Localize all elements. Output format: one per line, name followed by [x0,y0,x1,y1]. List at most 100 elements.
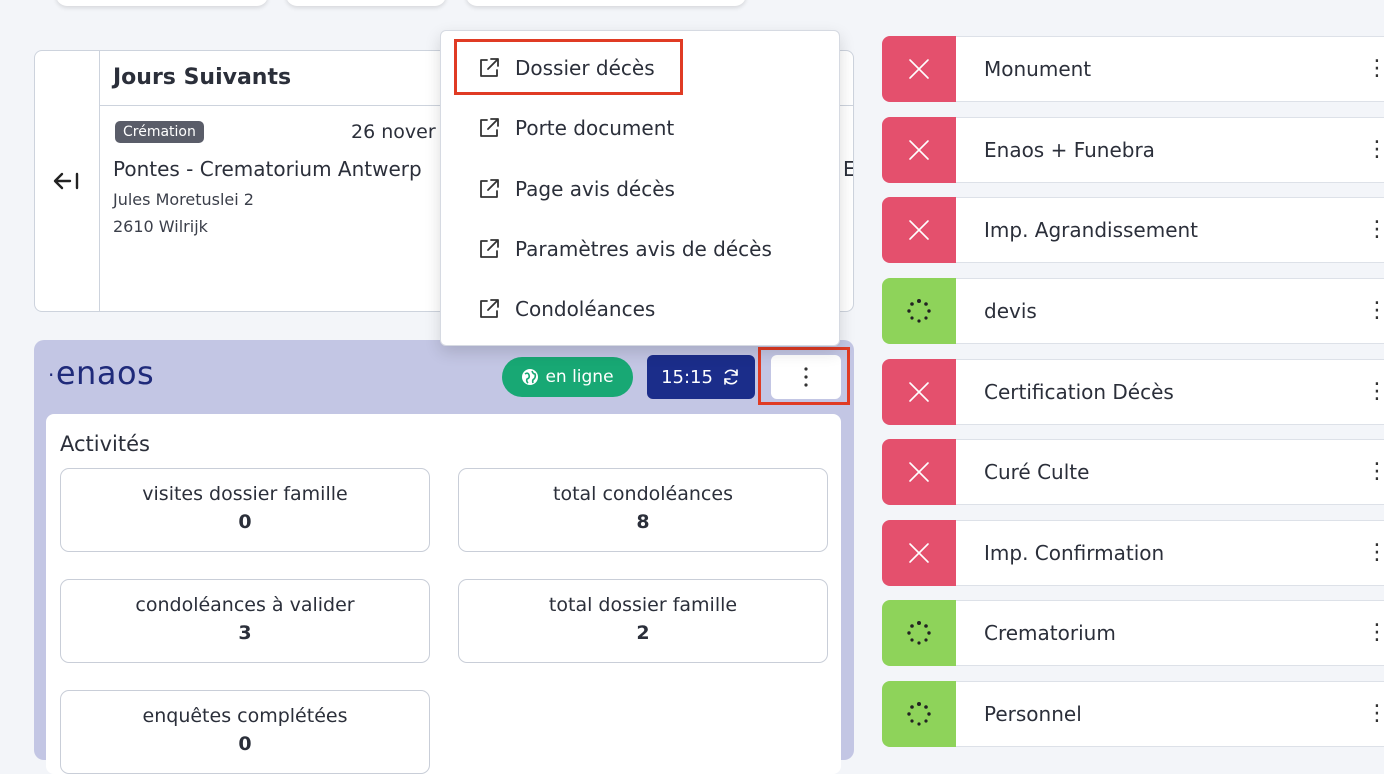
menu-item-label: Page avis décès [515,177,675,201]
sync-time-label: 15:15 [661,366,713,388]
close-icon [909,220,929,240]
top-tab-2[interactable] [286,0,446,6]
online-status-badge: en ligne [502,357,633,397]
task-label: Imp. Agrandissement [984,218,1199,242]
task-label: Enaos + Funebra [984,138,1155,162]
task-body: Enaos + Funebra ⋮ [956,117,1384,183]
task-status-cancelled [882,520,956,586]
task-body: devis ⋮ [956,278,1384,344]
task-kebab-icon[interactable]: ⋮ [1366,620,1384,645]
external-link-icon [480,179,499,198]
external-link-icon [480,118,499,137]
close-icon [909,462,929,482]
event-type-badge: Crémation [115,121,204,143]
task-kebab-icon[interactable]: ⋮ [1366,137,1384,162]
task-status-cancelled [882,439,956,505]
stat-card: total condoléances 8 [458,468,828,552]
task-row-enaos-funebra[interactable]: Enaos + Funebra ⋮ [882,117,1384,183]
menu-item-page-avis-deces[interactable]: Page avis décès [477,169,675,209]
enaos-panel: ·enaos en ligne 15:15 Activités visites … [34,340,854,774]
task-kebab-icon[interactable]: ⋮ [1366,540,1384,565]
arrow-left-bar-icon [53,172,79,190]
task-kebab-icon[interactable]: ⋮ [1366,701,1384,726]
stat-card: enquêtes complétées 0 [60,690,430,774]
spinner-icon [907,702,931,726]
stat-label: total dossier famille [548,594,738,616]
external-link-icon [480,239,499,258]
task-label: Certification Décès [984,380,1174,404]
task-row-imp-agrandissement[interactable]: Imp. Agrandissement ⋮ [882,197,1384,263]
task-row-personnel[interactable]: Personnel ⋮ [882,681,1384,747]
highlight-dossier-deces [454,39,683,95]
task-body: Monument ⋮ [956,36,1384,102]
task-kebab-icon[interactable]: ⋮ [1366,379,1384,404]
task-kebab-icon[interactable]: ⋮ [1366,459,1384,484]
task-body: Imp. Agrandissement ⋮ [956,197,1384,263]
menu-item-label: Condoléances [515,297,656,321]
task-row-cure-culte[interactable]: Curé Culte ⋮ [882,439,1384,505]
event-extra-text: E [843,157,853,181]
task-status-cancelled [882,117,956,183]
activities-card: Activités visites dossier famille 0 tota… [46,414,841,774]
stat-value: 0 [238,511,252,533]
menu-item-label: Porte document [515,116,675,140]
spinner-icon [907,299,931,323]
stat-value: 0 [238,733,252,755]
stat-value: 2 [636,622,650,644]
task-body: Personnel ⋮ [956,681,1384,747]
close-icon [909,382,929,402]
task-status-in-progress [882,278,956,344]
stat-label: condoléances à valider [135,594,355,616]
top-tab-1[interactable] [56,0,268,6]
task-body: Certification Décès ⋮ [956,359,1384,425]
task-status-cancelled [882,197,956,263]
external-link-icon [480,299,499,318]
task-kebab-icon[interactable]: ⋮ [1366,217,1384,242]
task-label: Monument [984,57,1092,81]
task-row-monument[interactable]: Monument ⋮ [882,36,1384,102]
task-kebab-icon[interactable]: ⋮ [1366,298,1384,323]
online-status-label: en ligne [545,367,614,387]
task-label: Imp. Confirmation [984,541,1165,565]
task-label: Curé Culte [984,460,1090,484]
task-body: Crematorium ⋮ [956,600,1384,666]
task-label: Crematorium [984,621,1116,645]
task-row-certification-deces[interactable]: Certification Décès ⋮ [882,359,1384,425]
event-date: 26 nover [351,121,436,143]
menu-item-porte-document[interactable]: Porte document [477,108,674,148]
globe-icon [522,369,539,385]
stat-card: total dossier famille 2 [458,579,828,663]
close-icon [909,140,929,160]
back-button[interactable] [35,51,100,311]
top-tab-3[interactable] [466,0,746,6]
task-kebab-icon[interactable]: ⋮ [1366,56,1384,81]
stat-label: total condoléances [553,483,733,505]
task-row-imp-confirmation[interactable]: Imp. Confirmation ⋮ [882,520,1384,586]
task-label: devis [984,299,1037,323]
close-icon [909,59,929,79]
activities-title: Activités [60,432,150,456]
menu-item-label: Paramètres avis de décès [515,237,772,261]
stat-value: 3 [238,622,252,644]
stat-label: enquêtes complétées [142,705,348,727]
task-row-devis[interactable]: devis ⋮ [882,278,1384,344]
task-status-cancelled [882,359,956,425]
refresh-icon [724,369,738,385]
event-address-line2: 2610 Wilrijk [113,217,208,236]
sync-time-button[interactable]: 15:15 [647,355,755,399]
stat-card: condoléances à valider 3 [60,579,430,663]
enaos-logo: ·enaos [48,354,155,392]
event-address-line1: Jules Moretuslei 2 [113,190,254,209]
stat-label: visites dossier famille [142,483,348,505]
event-place: Pontes - Crematorium Antwerp [113,157,422,181]
task-status-in-progress [882,681,956,747]
close-icon [909,543,929,563]
spinner-icon [907,621,931,645]
menu-item-parametres-avis-deces[interactable]: Paramètres avis de décès [477,229,772,269]
highlight-more-options [758,347,850,405]
menu-item-condoleances[interactable]: Condoléances [477,289,655,329]
task-body: Curé Culte ⋮ [956,439,1384,505]
task-row-crematorium[interactable]: Crematorium ⋮ [882,600,1384,666]
stat-value: 8 [636,511,650,533]
stat-card: visites dossier famille 0 [60,468,430,552]
